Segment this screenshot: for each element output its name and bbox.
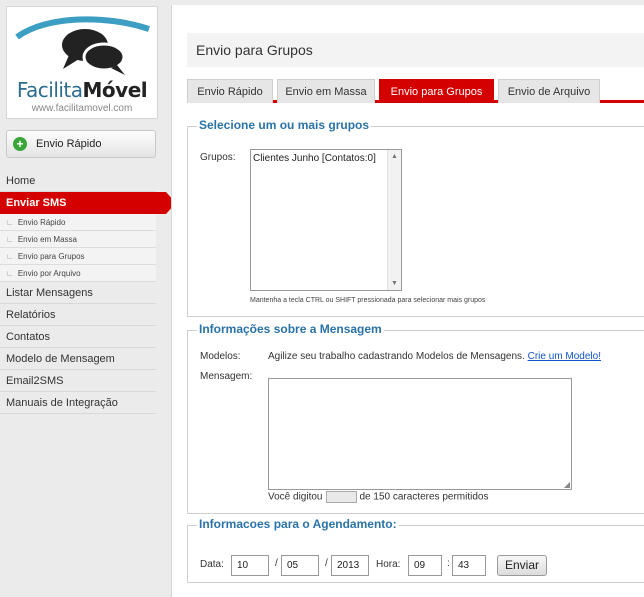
sidebar-item-manuais[interactable]: Manuais de Integração [0,392,156,414]
sidebar-item-contatos[interactable]: Contatos [0,326,156,348]
char-counter: Você digitou 0 de 150 caracteres permitido… [268,491,488,503]
counter-value-box: 0 [325,491,357,503]
create-model-link[interactable]: Crie um Modelo! [528,351,601,362]
sidebar-item-relatorios[interactable]: Relatórios [0,304,156,326]
tab-bar: Envio Rápido Envio em Massa Envio para G… [187,79,644,103]
tab-envio-massa[interactable]: Envio em Massa [277,79,375,103]
sidebar-subitem-envio-arquivo[interactable]: ∟ Envio por Arquivo [0,265,156,282]
tab-envio-arquivo[interactable]: Envio de Arquivo [498,79,600,103]
quick-send-label: Envio Rápido [36,138,102,150]
models-label: Modelos: [200,351,241,362]
group-option[interactable]: Clientes Junho [Contatos:0] [251,150,401,164]
groups-hint: Mantenha a tecla CTRL ou SHIFT pressiona… [250,297,486,304]
sidebar-subitem-envio-rapido[interactable]: ∟ Envio Rápido [0,214,156,231]
year-input[interactable]: 2013 [331,555,369,576]
page-header: Envio para Grupos [187,33,644,67]
date-label: Data: [200,559,224,570]
models-text-line: Agilize seu trabalho cadastrando Modelos… [268,351,601,362]
day-input[interactable]: 10 [231,555,269,576]
counter-prefix: Você digitou [268,491,323,503]
message-label: Mensagem: [200,371,253,382]
tab-envio-rapido[interactable]: Envio Rápido [187,79,273,103]
sidebar-subitem-envio-massa[interactable]: ∟ Envio em Massa [0,231,156,248]
sidebar: FacilitaMóvel www.facilitamovel.com + En… [0,0,176,597]
logo-url: www.facilitamovel.com [31,103,133,114]
message-section: Informações sobre a Mensagem Modelos: Ag… [187,322,644,514]
quick-send-button[interactable]: + Envio Rápido [6,130,156,158]
models-text: Agilize seu trabalho cadastrando Modelos… [268,351,525,362]
date-separator: / [325,558,328,569]
message-legend: Informações sobre a Mensagem [197,322,384,336]
sidebar-item-enviar-sms[interactable]: Enviar SMS [0,192,176,214]
sidebar-nav: Home Enviar SMS ∟ Envio Rápido ∟ Envio em … [0,170,176,414]
sidebar-item-modelo-mensagem[interactable]: Modelo de Mensagem [0,348,156,370]
sidebar-subitem-envio-grupos[interactable]: ∟ Envio para Grupos [0,248,156,265]
counter-suffix: de 150 caracteres permitidos [359,491,489,503]
send-button[interactable]: Enviar [497,555,547,576]
hour-input[interactable]: 09 [408,555,442,576]
scroll-up-icon[interactable]: ▲ [391,153,398,160]
logo-brand: FacilitaMóvel [16,78,148,102]
resize-handle-icon[interactable]: ◢ [564,480,570,489]
month-input[interactable]: 05 [281,555,319,576]
page-title: Envio para Grupos [196,42,313,58]
sidebar-item-listar-mensagens[interactable]: Listar Mensagens [0,282,156,304]
scroll-down-icon[interactable]: ▼ [391,280,398,287]
logo[interactable]: FacilitaMóvel www.facilitamovel.com [6,6,158,119]
groups-section: Selecione um ou mais grupos Grupos: Clie… [187,118,644,317]
tab-envio-grupos[interactable]: Envio para Grupos [379,79,494,103]
groups-legend: Selecione um ou mais grupos [197,118,372,132]
schedule-legend: Informacoes para o Agendamento: [197,517,399,531]
time-label: Hora: [376,559,401,570]
listbox-scrollbar[interactable]: ▲ ▼ [387,150,401,290]
minute-input[interactable]: 43 [452,555,486,576]
schedule-section: Informacoes para o Agendamento: Data: 10… [187,517,644,583]
message-textarea[interactable]: ◢ [268,378,572,490]
groups-label: Grupos: [200,152,236,163]
sidebar-item-email2sms[interactable]: Email2SMS [0,370,156,392]
time-separator: : [447,558,450,569]
sidebar-item-home[interactable]: Home [0,170,156,192]
groups-listbox[interactable]: Clientes Junho [Contatos:0] ▲ ▼ [250,149,402,291]
date-separator: / [275,558,278,569]
plus-icon: + [13,137,27,151]
chat-bubbles-icon [15,16,150,75]
main-content: Envio para Grupos Envio Rápido Envio em … [171,5,644,597]
